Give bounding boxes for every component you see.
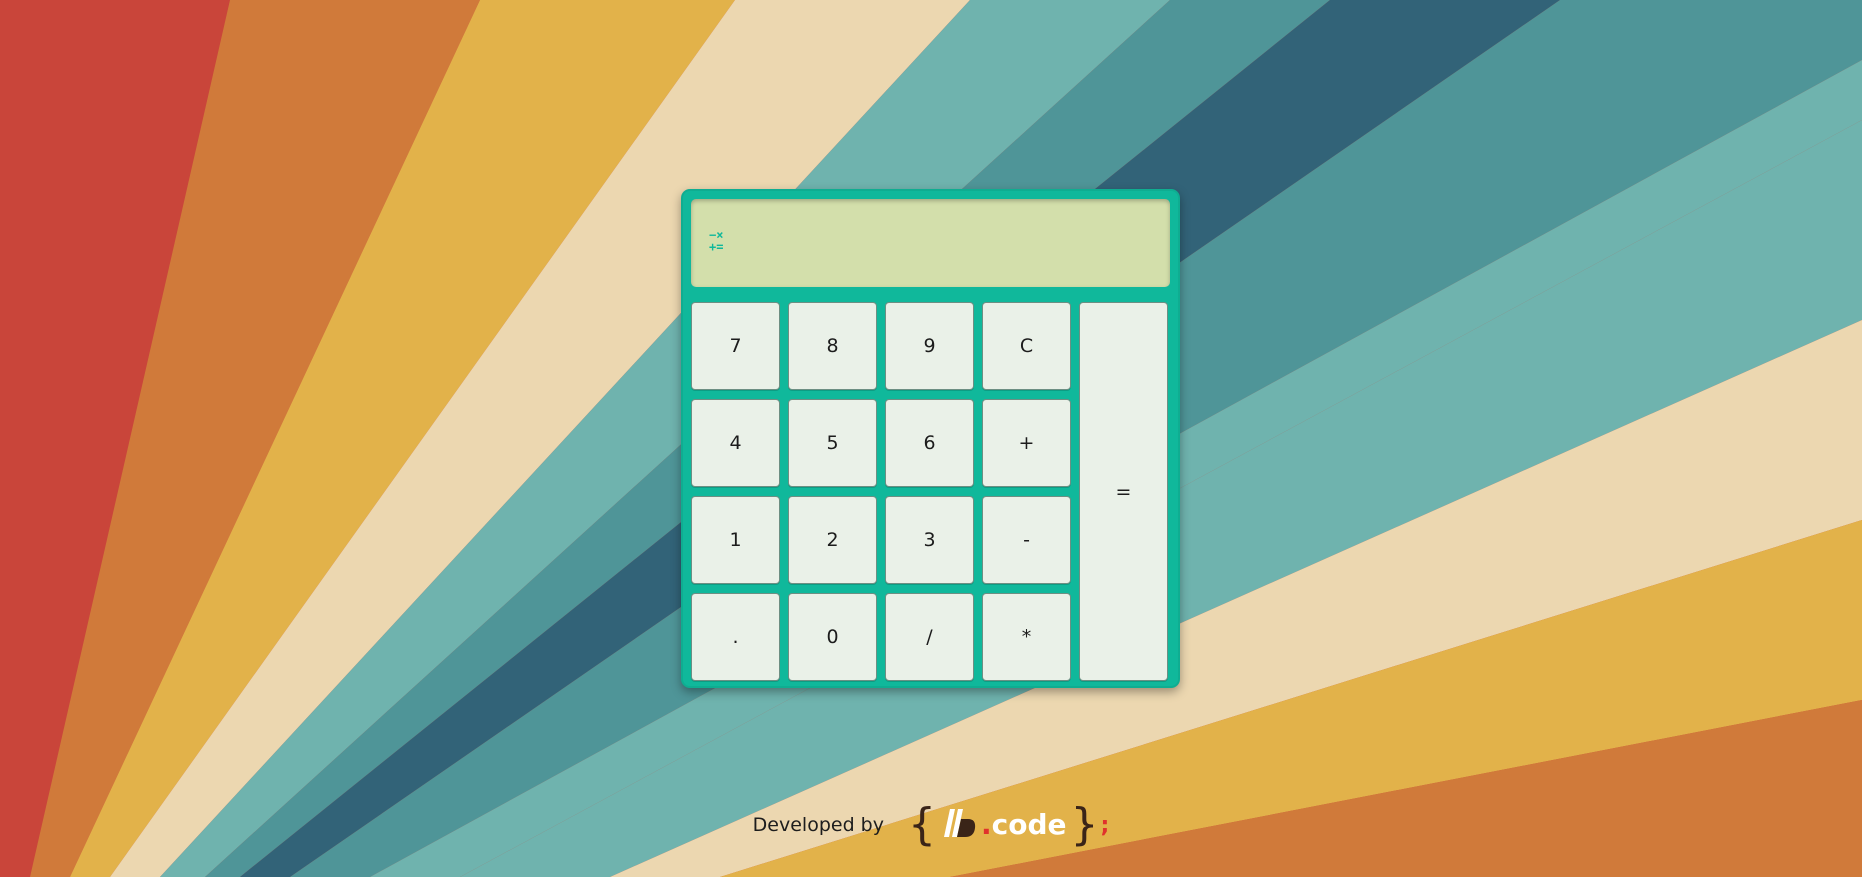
key-9[interactable]: 9 xyxy=(885,302,974,390)
page-background: −× += 7 8 9 C 4 5 6 + 1 2 3 - . 0 / * = … xyxy=(0,0,1862,877)
logo-semicolon: ; xyxy=(1100,812,1110,838)
logo-dot: . xyxy=(980,808,992,841)
key-1[interactable]: 1 xyxy=(691,496,780,584)
key-7[interactable]: 7 xyxy=(691,302,780,390)
multiply-button[interactable]: * xyxy=(982,593,1071,681)
key-6[interactable]: 6 xyxy=(885,399,974,487)
logo-word: code xyxy=(991,808,1067,841)
divide-button[interactable]: / xyxy=(885,593,974,681)
logo-brace-open: { xyxy=(907,799,936,850)
operators-bottom-glyph: += xyxy=(709,240,724,254)
key-2[interactable]: 2 xyxy=(788,496,877,584)
calculator-display: −× += xyxy=(691,199,1170,287)
developer-logo[interactable]: { . code } ; xyxy=(908,803,1109,847)
decimal-button[interactable]: . xyxy=(691,593,780,681)
subtract-button[interactable]: - xyxy=(982,496,1071,584)
developed-by-text: Developed by xyxy=(752,814,884,836)
key-0[interactable]: 0 xyxy=(788,593,877,681)
calculator: −× += 7 8 9 C 4 5 6 + 1 2 3 - . 0 / * = xyxy=(681,189,1180,688)
logo-brace-close: } xyxy=(1070,799,1099,850)
logo-b-mark-icon xyxy=(943,807,978,843)
footer: Developed by { . code } ; xyxy=(0,800,1862,850)
math-operators-icon: −× += xyxy=(709,229,739,259)
equals-button[interactable]: = xyxy=(1079,302,1168,681)
add-button[interactable]: + xyxy=(982,399,1071,487)
key-5[interactable]: 5 xyxy=(788,399,877,487)
clear-button[interactable]: C xyxy=(982,302,1071,390)
key-4[interactable]: 4 xyxy=(691,399,780,487)
key-8[interactable]: 8 xyxy=(788,302,877,390)
key-3[interactable]: 3 xyxy=(885,496,974,584)
